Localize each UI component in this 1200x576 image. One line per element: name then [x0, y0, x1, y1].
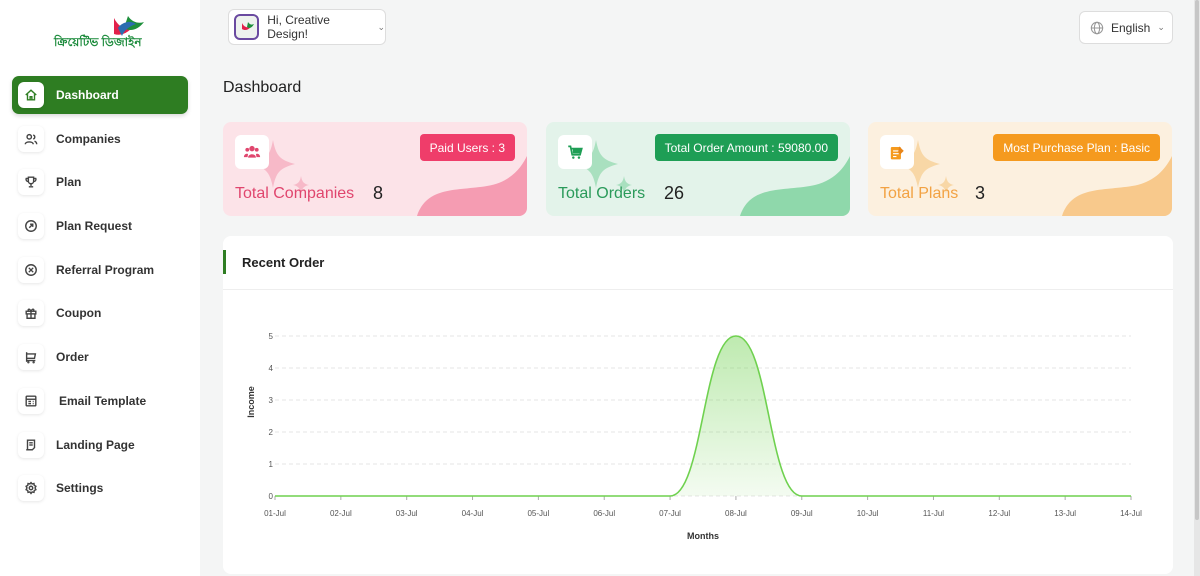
- referral-icon: [18, 256, 44, 283]
- chevron-down-icon: ⌄: [377, 21, 385, 32]
- x-tick-label: 03-Jul: [396, 509, 418, 518]
- sidebar-item-label: Companies: [56, 131, 121, 146]
- avatar: [234, 14, 260, 40]
- sidebar-item-label: Landing Page: [56, 437, 135, 452]
- template-icon: [18, 387, 44, 414]
- x-axis-label: Months: [687, 531, 719, 541]
- x-tick-label: 11-Jul: [923, 509, 944, 518]
- cart-icon: [558, 135, 592, 169]
- sidebar-nav: Dashboard Companies Plan Plan Request Re…: [12, 76, 188, 513]
- gift-icon: [18, 300, 44, 327]
- card-value: 3: [975, 183, 986, 203]
- y-tick-label: 2: [269, 428, 274, 437]
- x-tick-label: 12-Jul: [988, 509, 1010, 518]
- y-tick-label: 1: [269, 460, 274, 469]
- sidebar-item-settings[interactable]: Settings: [12, 469, 188, 507]
- page-title: Dashboard: [223, 79, 302, 96]
- globe-icon: [1090, 21, 1104, 34]
- recent-order-panel: Recent Order 012345 01-Jul 02-Jul 03-Jul 04…: [223, 236, 1173, 574]
- y-tick-label: 4: [269, 364, 274, 373]
- sidebar-item-label: Plan Request: [56, 219, 133, 234]
- sidebar-item-order[interactable]: Order: [12, 338, 188, 376]
- cart-icon: [18, 344, 44, 371]
- card-label: Total Orders: [558, 185, 646, 202]
- x-tick-label: 08-Jul: [725, 509, 747, 518]
- sidebar-item-label: Coupon: [56, 306, 102, 321]
- sidebar-item-email-template[interactable]: Email Template: [12, 382, 188, 420]
- income-chart: 0 1 2 3 4 5 01-Jul 02-Jul 03-Jul 04-Jul 05-Jul 06-…: [246, 332, 1142, 541]
- sidebar-item-label: Email Template: [59, 393, 147, 408]
- card-label: Total Plans: [880, 185, 959, 202]
- sidebar-item-coupon[interactable]: Coupon: [12, 294, 188, 332]
- chevron-down-icon: ⌄: [1157, 22, 1165, 32]
- stat-card-total-companies[interactable]: Paid Users : 3 Total Companies 8: [223, 122, 527, 216]
- card-value: 26: [664, 183, 685, 203]
- x-tick-label: 06-Jul: [593, 509, 615, 518]
- users-icon: [18, 125, 44, 152]
- x-tick-label: 07-Jul: [659, 509, 681, 518]
- card-decoration: [417, 156, 527, 216]
- sidebar-item-label: Dashboard: [56, 88, 119, 102]
- sidebar-item-referral-program[interactable]: Referral Program: [12, 251, 188, 289]
- scrollbar-thumb[interactable]: [1195, 0, 1199, 520]
- svg-text:ক্রিয়েটিভ ডিজাইন: ক্রিয়েটিভ ডিজাইন: [53, 34, 142, 49]
- stat-card-total-orders[interactable]: Total Order Amount : 59080.00 Total Orde…: [546, 122, 850, 216]
- bird-logo-icon: ক্রিয়েটিভ ডিজাইন: [53, 16, 144, 49]
- y-tick-label: 3: [269, 396, 274, 405]
- sidebar-item-label: Referral Program: [56, 262, 155, 277]
- profile-greeting: Hi, Creative Design!: [267, 13, 330, 41]
- total-order-amount-badge: Total Order Amount : 59080.00: [654, 134, 838, 161]
- language-label: English: [1111, 20, 1151, 35]
- sidebar-item-landing-page[interactable]: Landing Page: [12, 426, 188, 464]
- card-decoration: [740, 156, 850, 216]
- language-selector[interactable]: English ⌄: [1079, 11, 1173, 44]
- sidebar-item-companies[interactable]: Companies: [12, 120, 188, 158]
- card-decoration: [1062, 156, 1172, 216]
- card-value: 8: [373, 183, 384, 203]
- y-tick-label: 0: [269, 492, 274, 501]
- y-tick-label: 5: [269, 332, 274, 341]
- arrow-circle-icon: [18, 213, 44, 240]
- gear-icon: [18, 475, 44, 502]
- x-tick-label: 13-Jul: [1054, 509, 1076, 518]
- trophy-icon: [18, 169, 44, 196]
- home-icon: [18, 82, 44, 108]
- page-scrollbar[interactable]: [1194, 0, 1200, 576]
- page-icon: [18, 431, 44, 458]
- stat-card-total-plans[interactable]: Most Purchase Plan : Basic Total Plans 3: [868, 122, 1172, 216]
- card-label: Total Companies: [235, 185, 355, 202]
- users-icon: [235, 135, 269, 169]
- x-tick-label: 05-Jul: [527, 509, 549, 518]
- paid-users-badge: Paid Users : 3: [419, 134, 515, 161]
- sidebar-item-plan-request[interactable]: Plan Request: [12, 207, 188, 245]
- brand-logo[interactable]: ক্রিয়েটিভ ডিজাইন: [52, 12, 148, 54]
- x-tick-label: 14-Jul: [1120, 509, 1142, 518]
- sidebar-item-label: Settings: [56, 481, 104, 496]
- x-tick-label: 09-Jul: [791, 509, 813, 518]
- x-tick-label: 02-Jul: [330, 509, 352, 518]
- x-tick-label: 01-Jul: [264, 509, 286, 518]
- plan-icon: [880, 135, 914, 169]
- sidebar: ক্রিয়েটিভ ডিজাইন Dashboard Companies Pl…: [0, 0, 200, 576]
- x-tick-label: 04-Jul: [462, 509, 484, 518]
- most-purchase-plan-badge: Most Purchase Plan : Basic: [993, 134, 1160, 161]
- sidebar-item-label: Plan: [56, 175, 82, 190]
- bird-logo-icon: [241, 22, 254, 31]
- y-axis-label: Income: [246, 386, 256, 418]
- profile-dropdown[interactable]: Hi, Creative Design! ⌄: [228, 9, 386, 45]
- sidebar-item-dashboard[interactable]: Dashboard: [12, 76, 188, 114]
- sidebar-item-label: Order: [56, 350, 89, 365]
- sidebar-item-plan[interactable]: Plan: [12, 163, 188, 201]
- x-tick-label: 10-Jul: [857, 509, 879, 518]
